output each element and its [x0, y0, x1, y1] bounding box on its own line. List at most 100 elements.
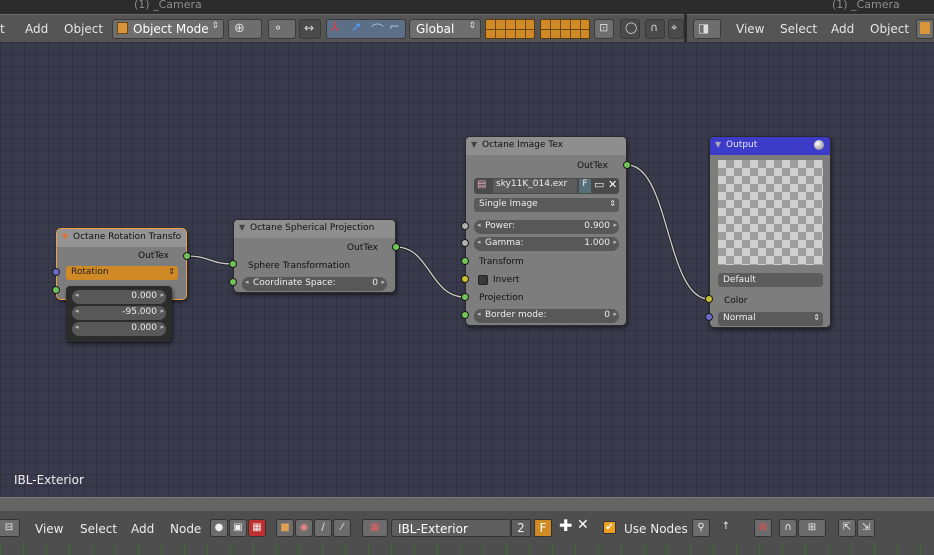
rotation-z-field[interactable]: ◂ 0.000 ▸	[72, 322, 166, 336]
menu-object[interactable]: Object	[64, 22, 103, 36]
border-mode-socket[interactable]	[461, 311, 469, 319]
texture-browse-button[interactable]: ▦	[362, 519, 388, 537]
menu-view[interactable]: View	[35, 522, 63, 536]
mode-select[interactable]: Object Mode ⇕	[112, 19, 224, 39]
transform-manipulators[interactable]: ⅄ ➚ ⌒ ⌐	[326, 19, 406, 39]
rotation-y-field[interactable]: ◂ -95.000 ▸	[72, 306, 166, 320]
menu-add[interactable]: Add	[25, 22, 48, 36]
viewport-header-left: t Add Object Object Mode ⇕ ⊕ ⚬ ↔ ⅄ ➚ ⌒ ⌐…	[0, 14, 684, 42]
orientation-select[interactable]: Global ⇕	[409, 19, 481, 39]
close-icon[interactable]: ✕	[608, 178, 617, 191]
snap-button[interactable]: ∩	[645, 19, 665, 39]
world-button[interactable]: ◉	[295, 519, 313, 537]
magnet-icon: ∩	[784, 522, 792, 533]
snap-button[interactable]: ∩	[779, 519, 797, 537]
timeline-strip[interactable]	[0, 543, 934, 555]
image-output-socket[interactable]	[623, 161, 631, 169]
viewport-shading-select[interactable]: ⊕	[228, 19, 262, 39]
nodetree-name-field[interactable]: IBL-Exterior	[391, 519, 511, 537]
shader-type-button[interactable]: ●	[210, 519, 228, 537]
color-input-socket[interactable]	[705, 295, 713, 303]
go-to-parent-button[interactable]: ↑	[717, 519, 735, 537]
node-image-texture[interactable]: ▼ Octane Image Tex OutTex ▤ sky11K_014.e…	[465, 136, 627, 326]
folder-icon[interactable]: ▭	[594, 178, 604, 191]
projection-label: Projection	[479, 293, 524, 303]
power-socket[interactable]	[461, 222, 469, 230]
fake-user-button[interactable]: F	[579, 179, 591, 193]
coordinate-space-field[interactable]: ◂ Coordinate Space: 0 ▸	[242, 277, 387, 291]
node-header[interactable]: ▼ Octane Rotation Transfo	[57, 229, 186, 247]
rotation-input-socket[interactable]	[52, 268, 60, 276]
normal-input-socket[interactable]	[705, 313, 713, 321]
menu-select[interactable]: Select	[780, 22, 817, 36]
border-mode-field[interactable]: ◂ Border mode: 0 ▸	[474, 309, 619, 323]
brush-button[interactable]: ∕	[314, 519, 332, 537]
node-editor-canvas[interactable]: ▼ Octane Rotation Transfo OutTex Rotatio…	[0, 42, 934, 497]
menu-select[interactable]: Select	[80, 522, 117, 536]
pivot-point-select[interactable]: ⚬	[268, 19, 296, 39]
snap-target-button[interactable]: ⌖	[668, 19, 684, 39]
editor-type-select[interactable]: ◨	[693, 19, 721, 39]
default-field[interactable]: Default	[718, 273, 823, 287]
snap-element-select[interactable]: ⊞	[798, 519, 826, 537]
spherical-output-socket[interactable]	[392, 243, 400, 251]
node-tree-name-overlay: IBL-Exterior	[14, 473, 84, 487]
proportional-edit-button[interactable]: ◯	[620, 19, 640, 39]
image-mode-select[interactable]: Single Image ⇕	[474, 198, 619, 212]
invert-socket[interactable]	[461, 275, 469, 283]
rotation-dropdown[interactable]: Rotation ⇕	[66, 266, 178, 280]
sphere-transformation-socket[interactable]	[229, 260, 237, 268]
mode-select-partial[interactable]	[916, 19, 934, 39]
collapse-triangle-icon[interactable]: ▼	[239, 223, 245, 232]
editor-type-select[interactable]: ⊟	[0, 519, 20, 537]
linestyle-button[interactable]: ⁄	[333, 519, 351, 537]
node-header[interactable]: ▼ Octane Image Tex	[466, 137, 626, 155]
menu-view[interactable]: View	[736, 22, 764, 36]
cube-icon	[117, 22, 128, 34]
texture-type-button[interactable]: ▦	[248, 519, 266, 537]
pin-button[interactable]: ⚲	[692, 519, 710, 537]
projection-socket[interactable]	[461, 293, 469, 301]
image-file-selector[interactable]: ▤ sky11K_014.exr F ▭ ✕	[474, 178, 619, 194]
menu-object[interactable]: Object	[870, 22, 909, 36]
compositing-type-button[interactable]: ▣	[229, 519, 247, 537]
invert-checkbox[interactable]	[478, 275, 488, 285]
node-spherical-projection[interactable]: ▼ Octane Spherical Projection OutTex Sph…	[233, 219, 396, 293]
menu-add[interactable]: Add	[131, 522, 154, 536]
use-nodes-checkbox[interactable]: ✔	[603, 521, 616, 534]
collapse-triangle-icon[interactable]: ▼	[715, 140, 721, 149]
cube-icon: ■	[280, 522, 290, 533]
close-icon[interactable]: ✕	[577, 517, 589, 533]
preview-sphere-icon[interactable]	[814, 140, 824, 150]
gamma-socket[interactable]	[461, 239, 469, 247]
rotation-x-field[interactable]: ◂ 0.000 ▸	[72, 290, 166, 304]
area-separator[interactable]	[0, 497, 934, 511]
node-header[interactable]: ▼ Output	[710, 137, 830, 155]
rotation-output-socket[interactable]	[183, 252, 191, 260]
menu-node[interactable]: Node	[170, 522, 201, 536]
object-button[interactable]: ■	[276, 519, 294, 537]
menu-add[interactable]: Add	[831, 22, 854, 36]
copy-nodes-button[interactable]: ⇱	[838, 519, 856, 537]
node-output[interactable]: ▼ Output Default Color Normal ⇕	[709, 136, 831, 328]
plus-icon[interactable]: ✚	[559, 516, 572, 535]
manipulator-toggle[interactable]: ↔	[299, 19, 321, 39]
node-header[interactable]: ▼ Octane Spherical Projection	[234, 220, 395, 238]
users-count[interactable]: 2	[511, 519, 531, 537]
layer-buttons-1[interactable]	[485, 19, 535, 39]
menu-item-partial[interactable]: t	[0, 22, 5, 36]
collapse-triangle-icon[interactable]: ▼	[471, 140, 477, 149]
transform-socket[interactable]	[461, 257, 469, 265]
layer-buttons-2[interactable]	[540, 19, 590, 39]
coordinate-space-socket[interactable]	[229, 278, 237, 286]
image-icon[interactable]: ▤	[477, 179, 486, 190]
fake-user-button[interactable]: F	[534, 519, 552, 537]
power-field[interactable]: ◂ Power: 0.900 ▸	[474, 220, 619, 234]
gamma-field[interactable]: ◂ Gamma: 1.000 ▸	[474, 237, 619, 251]
collapse-triangle-icon[interactable]: ▼	[62, 232, 68, 241]
backdrop-button[interactable]: ⊠	[754, 519, 772, 537]
lock-camera-button[interactable]: ⊡	[594, 19, 614, 39]
normal-select[interactable]: Normal ⇕	[718, 312, 823, 326]
rotation-input-socket-2[interactable]	[52, 286, 60, 294]
paste-nodes-button[interactable]: ⇲	[857, 519, 875, 537]
